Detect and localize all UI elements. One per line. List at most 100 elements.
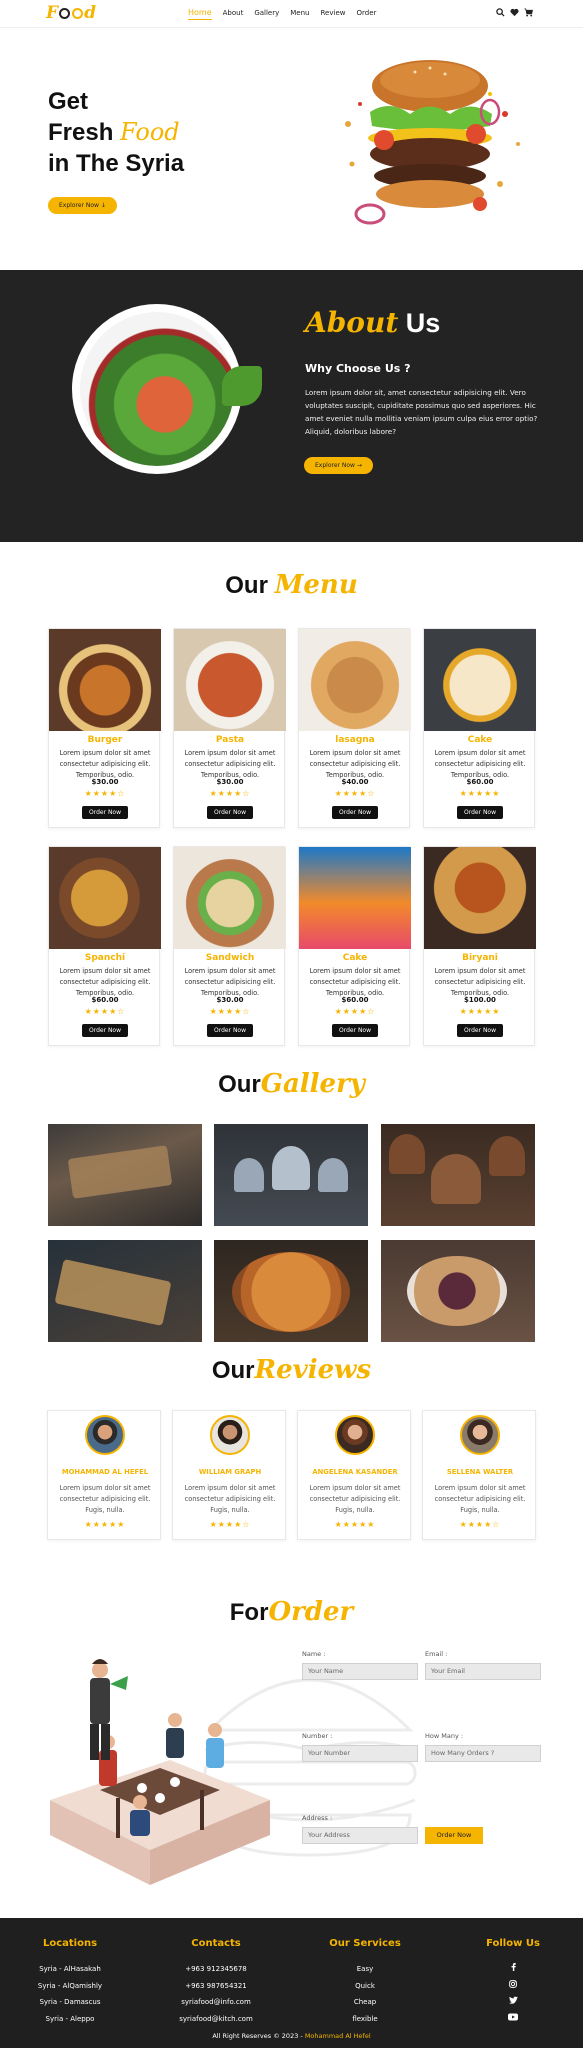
menu-title: Our Menu — [0, 570, 583, 600]
how-many-input[interactable]: How Many Orders ? — [425, 1745, 541, 1762]
menu-item-image — [49, 629, 161, 731]
email-label: Email : — [425, 1650, 448, 1658]
footer-contacts: Contacts +963 912345678 +963 987654321 s… — [146, 1938, 286, 2027]
menu-item-description: Lorem ipsum dolor sit amet consectetur a… — [59, 749, 151, 779]
contact-email-2[interactable]: syriafood@kitch.com — [146, 2011, 286, 2028]
menu-card: Cake Lorem ipsum dolor sit amet consectet… — [298, 846, 411, 1046]
gallery-image-cake-slices[interactable] — [48, 1240, 202, 1342]
footer-services: Our Services Easy Quick Cheap flexible — [295, 1938, 435, 2027]
instagram-icon[interactable] — [509, 1979, 517, 1988]
youtube-icon[interactable] — [508, 2013, 518, 2021]
locations-heading: Locations — [42, 1938, 98, 1949]
contact-phone-1[interactable]: +963 912345678 — [146, 1961, 286, 1978]
social-row — [443, 1994, 583, 2011]
about-explore-button[interactable]: Explorer Now → — [304, 457, 373, 474]
facebook-icon[interactable] — [510, 1963, 517, 1971]
choc-cupcake-1 — [431, 1154, 481, 1204]
salad-plate — [80, 312, 234, 466]
location-item: Syria - AlQamishly — [37, 1981, 103, 1990]
order-now-button[interactable]: Order Now — [457, 806, 503, 819]
menu-item-price: $30.00 — [216, 778, 244, 786]
cupcake-2 — [272, 1146, 310, 1190]
social-row — [443, 2011, 583, 2028]
about-subtitle: Why Choose Us ? — [305, 362, 411, 375]
hero-line-2: Fresh Food — [48, 117, 184, 148]
nav-link-home[interactable]: Home — [188, 8, 212, 20]
order-now-button[interactable]: Order Now — [82, 1024, 128, 1037]
order-now-button[interactable]: Order Now — [82, 806, 128, 819]
menu-card: Burger Lorem ipsum dolor sit amet consect… — [48, 628, 161, 828]
number-input[interactable]: Your Number — [302, 1745, 418, 1762]
star-rating: ★★★★☆ — [209, 1007, 251, 1016]
menu-item-price: $30.00 — [216, 996, 244, 1004]
service-item: flexible — [352, 2014, 378, 2023]
order-now-button[interactable]: Order Now — [332, 1024, 378, 1037]
contact-phone-2[interactable]: +963 987654321 — [146, 1978, 286, 1995]
gallery-image-berry-tart[interactable] — [381, 1240, 535, 1342]
nav-link-about[interactable]: About — [223, 9, 244, 20]
address-label: Address : — [302, 1814, 333, 1822]
hero-line-2a: Fresh — [48, 119, 121, 146]
gallery-image-pizza[interactable] — [214, 1240, 368, 1342]
pizza-shape — [232, 1252, 350, 1332]
number-label: Number : — [302, 1732, 333, 1740]
reviewer-name: ANGELENA KASANDER — [312, 1468, 398, 1476]
location-item: Syria - Aleppo — [45, 2014, 95, 2023]
how-many-label: How Many : — [425, 1732, 464, 1740]
gallery-image-chocolate-cupcakes[interactable] — [381, 1124, 535, 1226]
review-card: SELLENA WALTER Lorem ipsum dolor sit amet… — [422, 1410, 536, 1540]
menu-item-name: Pasta — [215, 735, 245, 745]
about-title-accent: About — [305, 306, 399, 339]
twitter-icon[interactable] — [508, 1996, 518, 2004]
order-now-button[interactable]: Order Now — [425, 1827, 483, 1844]
logo-plate-icon-2 — [72, 8, 84, 19]
heart-icon[interactable] — [510, 8, 519, 17]
nav-link-gallery[interactable]: Gallery — [254, 9, 279, 20]
menu-item-description: Lorem ipsum dolor sit amet consectetur a… — [184, 967, 276, 997]
cart-icon[interactable] — [524, 8, 533, 17]
search-icon[interactable] — [496, 8, 505, 17]
social-row — [443, 1978, 583, 1995]
star-rating: ★★★★☆ — [84, 789, 126, 798]
sandwich-shape — [67, 1145, 173, 1199]
star-rating: ★★★★☆ — [84, 1007, 126, 1016]
avatar — [335, 1415, 375, 1455]
gallery-title-b: Gallery — [260, 1069, 365, 1099]
menu-card: Spanchi Lorem ipsum dolor sit amet consec… — [48, 846, 161, 1046]
order-now-button[interactable]: Order Now — [207, 1024, 253, 1037]
reviewer-name: MOHAMMAD AL HEFEL — [61, 1468, 149, 1476]
menu-card: Biryani Lorem ipsum dolor sit amet consec… — [423, 846, 536, 1046]
gallery-image-sandwich[interactable] — [48, 1124, 202, 1226]
review-card: WILLIAM GRAPH Lorem ipsum dolor sit amet … — [172, 1410, 286, 1540]
avatar — [460, 1415, 500, 1455]
gallery-image-cupcakes[interactable] — [214, 1124, 368, 1226]
nav-link-order[interactable]: Order — [356, 9, 376, 20]
order-now-button[interactable]: Order Now — [457, 1024, 503, 1037]
avatar — [210, 1415, 250, 1455]
about-text: Lorem ipsum dolor sit, amet consectetur … — [305, 388, 538, 436]
contact-email-1[interactable]: syriafood@info.com — [146, 1994, 286, 2011]
nav-link-menu[interactable]: Menu — [290, 9, 309, 20]
nav-link-review[interactable]: Review — [321, 9, 346, 20]
menu-item-name: Cake — [467, 735, 493, 745]
email-input[interactable]: Your Email — [425, 1663, 541, 1680]
menu-item-image — [49, 847, 161, 949]
order-title-a: For — [229, 1599, 269, 1626]
location-item: Syria - AlHasakah — [39, 1965, 101, 1973]
order-now-button[interactable]: Order Now — [332, 806, 378, 819]
gallery-title: OurGallery — [0, 1069, 583, 1099]
cupcake-1 — [234, 1158, 264, 1192]
name-input[interactable]: Your Name — [302, 1663, 418, 1680]
menu-item-price: $30.00 — [91, 778, 119, 786]
copyright-author: Mohammad Al Hefel — [304, 2032, 371, 2040]
star-rating: ★★★★★ — [334, 1520, 376, 1529]
logo[interactable]: Fd — [46, 3, 96, 23]
address-input[interactable]: Your Address — [302, 1827, 418, 1844]
menu-item-description: Lorem ipsum dolor sit amet consectetur a… — [434, 749, 526, 779]
about-salad-image — [72, 304, 262, 474]
nav-icons — [496, 8, 533, 17]
order-now-button[interactable]: Order Now — [207, 806, 253, 819]
menu-item-description: Lorem ipsum dolor sit amet consectetur a… — [434, 967, 526, 997]
hero-explore-button[interactable]: Explorer Now ↓ — [48, 197, 117, 214]
tart-shape — [407, 1256, 507, 1326]
